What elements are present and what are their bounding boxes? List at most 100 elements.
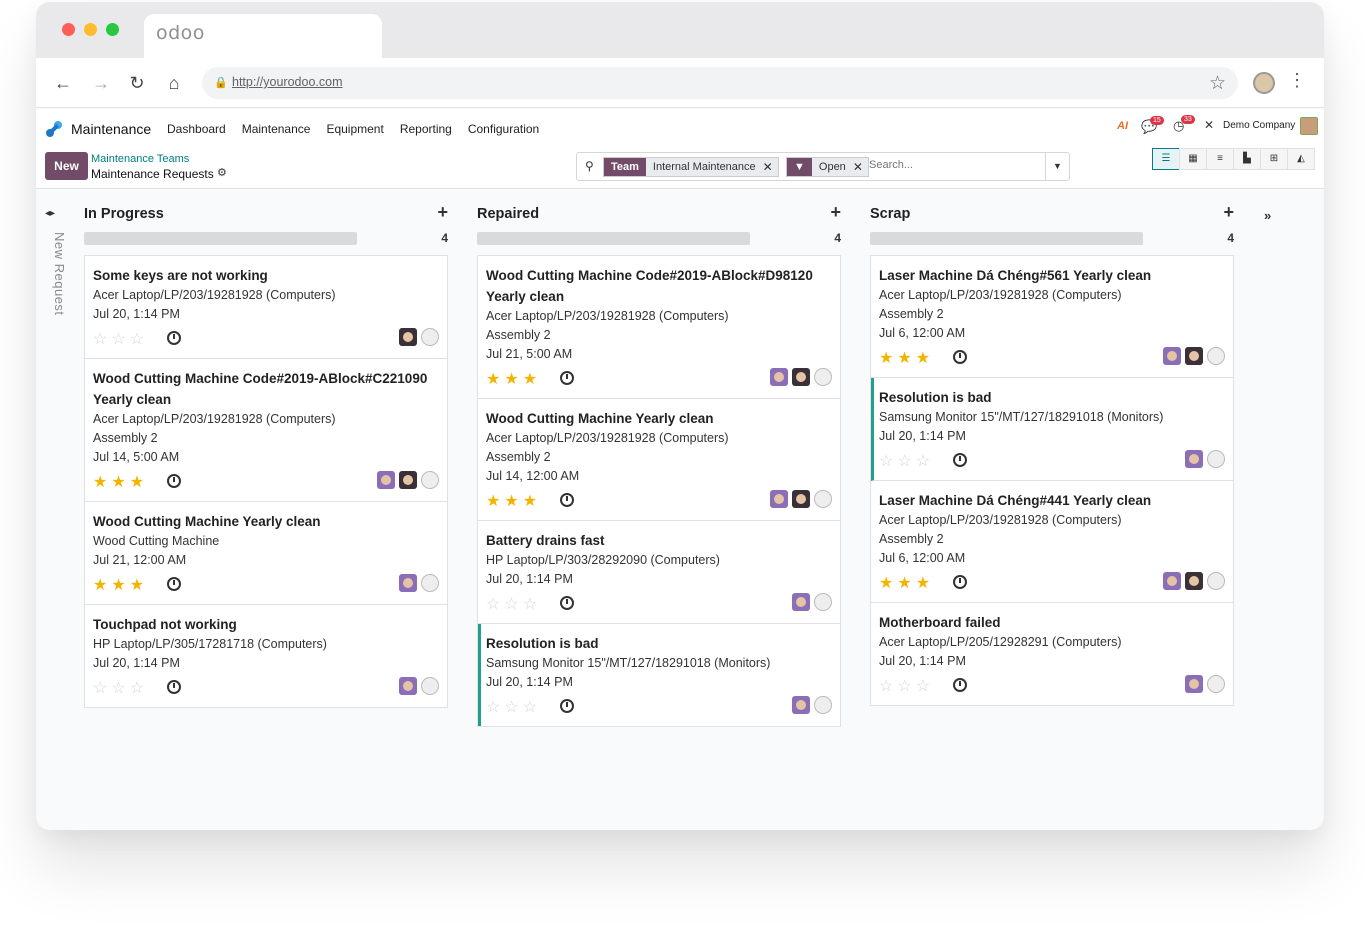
user-avatar[interactable] (377, 471, 395, 489)
status-circle-icon[interactable] (1207, 347, 1225, 365)
priority-star-icon[interactable]: ★ (897, 350, 915, 367)
status-circle-icon[interactable] (1207, 572, 1225, 590)
chat-icon[interactable]: 💬 15 (1141, 116, 1164, 135)
priority-widget[interactable]: ★★★ (486, 491, 541, 511)
priority-star-icon[interactable]: ★ (130, 577, 148, 594)
priority-star-icon[interactable]: ☆ (897, 453, 915, 470)
priority-star-icon[interactable]: ★ (897, 575, 915, 592)
ai-icon[interactable]: AI (1117, 120, 1128, 132)
user-avatar[interactable] (1185, 450, 1203, 468)
kanban-card[interactable]: Wood Cutting Machine Code#2019-ABlock#C2… (85, 359, 447, 502)
priority-widget[interactable]: ☆☆☆ (93, 329, 148, 349)
kanban-card[interactable]: Battery drains fast HP Laptop/LP/303/2829… (478, 521, 840, 624)
priority-star-icon[interactable]: ☆ (879, 678, 897, 695)
user-avatar[interactable] (399, 574, 417, 592)
activity-clock-icon[interactable] (167, 474, 181, 488)
list-view-icon[interactable]: ≡ (1206, 148, 1234, 170)
user-avatar[interactable] (792, 696, 810, 714)
activity-clock-icon[interactable] (560, 699, 574, 713)
browser-tab[interactable]: odoo (144, 14, 382, 60)
priority-star-icon[interactable]: ☆ (93, 680, 111, 697)
priority-widget[interactable]: ★★★ (93, 472, 148, 492)
column-title[interactable]: Scrap (870, 206, 910, 222)
priority-star-icon[interactable]: ☆ (486, 596, 504, 613)
status-circle-icon[interactable] (814, 696, 832, 714)
user-avatar[interactable] (770, 490, 788, 508)
status-circle-icon[interactable] (1207, 450, 1225, 468)
column-progress-bar[interactable] (870, 232, 1143, 245)
priority-star-icon[interactable]: ★ (504, 493, 522, 510)
reload-icon[interactable]: ↻ (126, 72, 148, 94)
priority-widget[interactable]: ★★★ (879, 348, 934, 368)
priority-widget[interactable]: ☆☆☆ (93, 678, 148, 698)
column-title[interactable]: In Progress (84, 206, 164, 222)
user-avatar[interactable] (792, 368, 810, 386)
activity-clock-icon[interactable] (560, 493, 574, 507)
activity-clock-icon[interactable] (167, 577, 181, 591)
user-avatar[interactable] (792, 593, 810, 611)
status-circle-icon[interactable] (814, 368, 832, 386)
status-circle-icon[interactable] (421, 471, 439, 489)
priority-star-icon[interactable]: ★ (130, 474, 148, 491)
search-icon[interactable]: ⚲ (585, 159, 594, 173)
priority-star-icon[interactable]: ★ (879, 350, 897, 367)
back-arrow-icon[interactable]: ← (52, 72, 74, 94)
expand-arrows-icon[interactable]: ◂▸ (45, 208, 55, 219)
calendar-view-icon[interactable]: ▦ (1179, 148, 1207, 170)
priority-widget[interactable]: ★★★ (879, 573, 934, 593)
close-icon[interactable]: ✕ (853, 160, 868, 174)
status-circle-icon[interactable] (421, 328, 439, 346)
priority-star-icon[interactable]: ★ (879, 575, 897, 592)
graph-view-icon[interactable]: ◭ (1287, 148, 1315, 170)
priority-star-icon[interactable]: ☆ (486, 699, 504, 716)
priority-star-icon[interactable]: ☆ (504, 699, 522, 716)
priority-star-icon[interactable]: ★ (486, 493, 504, 510)
user-avatar[interactable] (399, 471, 417, 489)
kanban-card[interactable]: Laser Machine Dá Chéng#441 Yearly clean A… (871, 481, 1233, 603)
priority-star-icon[interactable]: ★ (523, 371, 541, 388)
priority-star-icon[interactable]: ☆ (504, 596, 522, 613)
user-avatar[interactable] (399, 328, 417, 346)
close-window-button[interactable] (62, 23, 75, 36)
activity-clock-icon[interactable] (953, 678, 967, 692)
priority-star-icon[interactable]: ☆ (130, 331, 148, 348)
user-avatar[interactable] (1185, 347, 1203, 365)
activity-clock-icon[interactable]: ◷ 33 (1173, 115, 1195, 134)
priority-star-icon[interactable]: ★ (916, 350, 934, 367)
menu-item-maintenance[interactable]: Maintenance (242, 122, 311, 136)
activity-clock-icon[interactable] (953, 453, 967, 467)
home-icon[interactable]: ⌂ (163, 72, 185, 94)
priority-widget[interactable]: ☆☆☆ (486, 594, 541, 614)
status-circle-icon[interactable] (421, 574, 439, 592)
kanban-view-icon[interactable]: ☰ (1152, 148, 1180, 170)
status-circle-icon[interactable] (1207, 675, 1225, 693)
close-icon[interactable]: ✕ (763, 160, 778, 174)
status-circle-icon[interactable] (814, 593, 832, 611)
priority-star-icon[interactable]: ☆ (916, 453, 934, 470)
priority-widget[interactable]: ☆☆☆ (879, 451, 934, 471)
priority-star-icon[interactable]: ★ (111, 577, 129, 594)
user-avatar[interactable] (1185, 572, 1203, 590)
priority-star-icon[interactable]: ☆ (916, 678, 934, 695)
kanban-card[interactable]: Laser Machine Dá Chéng#561 Yearly clean A… (871, 256, 1233, 378)
activity-clock-icon[interactable] (953, 575, 967, 589)
kebab-menu-icon[interactable]: ⋮ (1288, 70, 1306, 91)
company-switcher[interactable]: Demo Company (1223, 120, 1295, 131)
kanban-card[interactable]: Motherboard failed Acer Laptop/LP/205/129… (871, 603, 1233, 705)
column-progress-bar[interactable] (477, 232, 750, 245)
menu-item-reporting[interactable]: Reporting (400, 122, 452, 136)
priority-star-icon[interactable]: ☆ (130, 680, 148, 697)
kanban-card[interactable]: Resolution is bad Samsung Monitor 15"/MT/… (871, 378, 1233, 481)
activity-clock-icon[interactable] (167, 331, 181, 345)
user-avatar[interactable] (792, 490, 810, 508)
user-avatar[interactable] (1300, 117, 1318, 135)
priority-star-icon[interactable]: ☆ (93, 331, 111, 348)
url-text[interactable]: http://yourodoo.com (232, 75, 342, 89)
priority-star-icon[interactable]: ☆ (111, 680, 129, 697)
priority-star-icon[interactable]: ★ (93, 577, 111, 594)
activity-clock-icon[interactable] (560, 371, 574, 385)
priority-star-icon[interactable]: ★ (486, 371, 504, 388)
menu-item-configuration[interactable]: Configuration (468, 122, 539, 136)
column-title[interactable]: Repaired (477, 206, 539, 222)
activity-clock-icon[interactable] (167, 680, 181, 694)
